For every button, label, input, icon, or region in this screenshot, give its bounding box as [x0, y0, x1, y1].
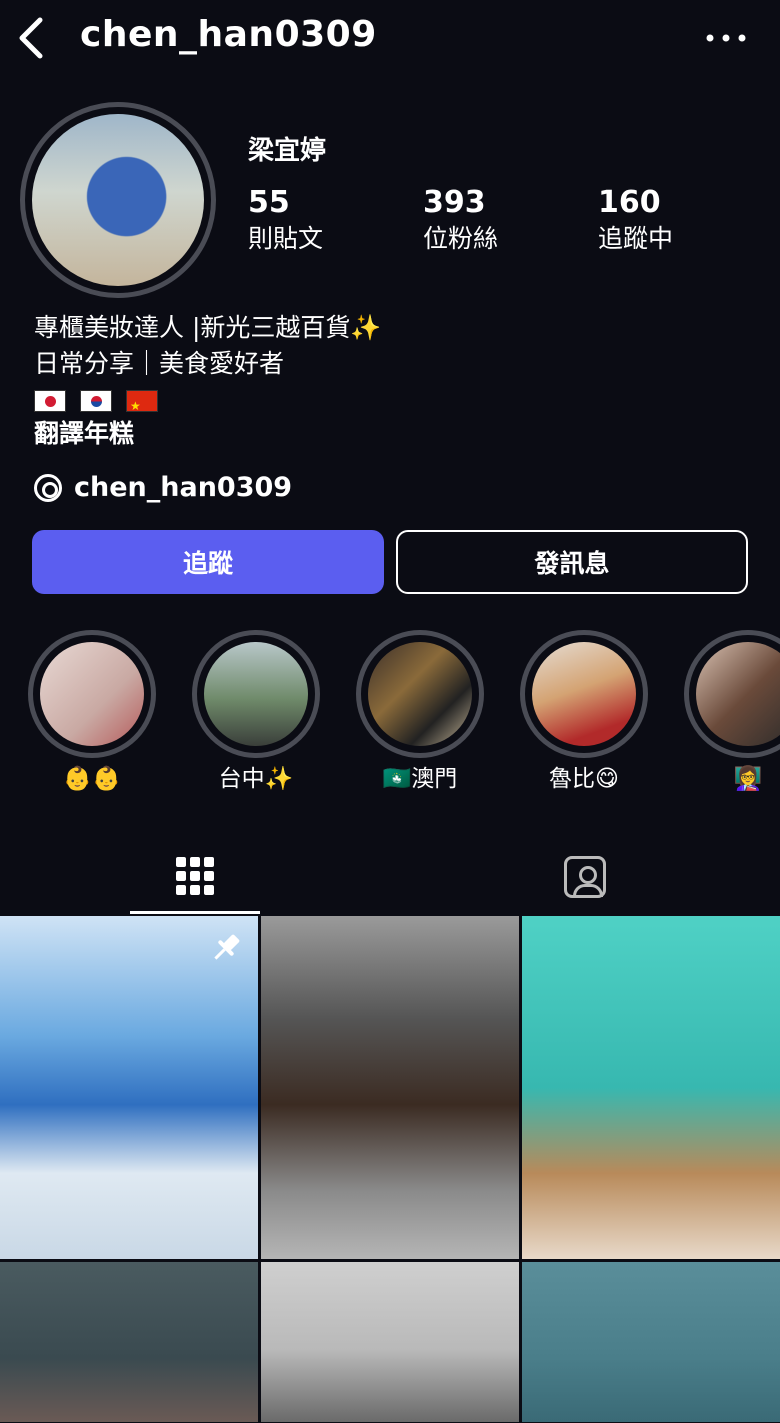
post-thumbnail[interactable] — [522, 916, 780, 1259]
threads-link[interactable]: chen_han0309 — [34, 472, 292, 503]
pin-icon — [214, 934, 240, 960]
bio-flags — [34, 386, 382, 424]
profile-bio: 專櫃美妝達人 |新光三越百貨✨ 日常分享｜美食愛好者 翻譯年糕 — [34, 310, 382, 452]
story-highlight[interactable]: 👩‍🏫 — [684, 630, 780, 796]
more-horizontal-icon[interactable] — [702, 24, 750, 52]
korea-flag-icon — [80, 390, 112, 412]
stat-value: 160 — [598, 185, 661, 220]
tagged-person-icon — [564, 856, 606, 898]
bio-line: 專櫃美妝達人 |新光三越百貨✨ — [34, 313, 382, 342]
highlight-cover — [356, 630, 484, 758]
stat-value: 393 — [423, 185, 486, 220]
highlight-cover — [520, 630, 648, 758]
story-highlight[interactable]: 台中✨ — [192, 630, 320, 796]
highlight-label: 台中✨ — [218, 766, 294, 792]
bio-line: 翻譯年糕 — [34, 419, 135, 448]
post-thumbnail[interactable] — [0, 1262, 258, 1422]
message-button[interactable]: 發訊息 — [396, 530, 748, 594]
followers-count-stat[interactable]: 393 位粉絲 — [423, 184, 498, 256]
story-highlight[interactable]: 魯比😋 — [520, 630, 648, 796]
highlight-cover — [684, 630, 780, 758]
posts-grid — [0, 916, 780, 1422]
highlight-label: 👩‍🏫 — [733, 766, 763, 792]
china-flag-icon — [126, 388, 158, 424]
display-name: 梁宜婷 — [248, 136, 327, 166]
profile-username: chen_han0309 — [80, 14, 377, 55]
profile-avatar[interactable] — [20, 102, 216, 298]
posts-count-stat[interactable]: 55 則貼文 — [248, 184, 323, 256]
follow-button[interactable]: 追蹤 — [32, 530, 384, 594]
stat-label: 追蹤中 — [598, 224, 674, 253]
story-highlight[interactable]: 👶👶 — [28, 630, 156, 796]
avatar-image — [32, 114, 204, 286]
stat-label: 則貼文 — [248, 224, 324, 253]
highlight-cover — [192, 630, 320, 758]
story-highlight[interactable]: 🇲🇴澳門 — [356, 630, 484, 796]
grid-icon — [176, 856, 214, 895]
stat-value: 55 — [248, 185, 290, 220]
profile-tabs — [0, 840, 780, 914]
bio-line: 日常分享｜美食愛好者 — [34, 349, 285, 378]
highlight-label: 👶👶 — [63, 766, 121, 792]
tab-posts-grid[interactable] — [130, 840, 260, 914]
threads-handle: chen_han0309 — [74, 472, 293, 503]
post-thumbnail[interactable] — [261, 1262, 519, 1422]
threads-icon — [34, 473, 62, 502]
japan-flag-icon — [34, 390, 66, 412]
post-thumbnail[interactable] — [261, 916, 519, 1259]
following-count-stat[interactable]: 160 追蹤中 — [598, 184, 673, 256]
top-bar: chen_han0309 — [0, 0, 780, 76]
highlight-cover — [28, 630, 156, 758]
chevron-left-icon[interactable] — [14, 14, 50, 62]
highlight-label: 魯比😋 — [549, 766, 619, 792]
stat-label: 位粉絲 — [423, 224, 499, 253]
tab-tagged[interactable] — [520, 840, 650, 914]
post-thumbnail[interactable] — [0, 916, 258, 1259]
highlight-label: 🇲🇴澳門 — [382, 766, 458, 792]
post-thumbnail[interactable] — [522, 1262, 780, 1422]
